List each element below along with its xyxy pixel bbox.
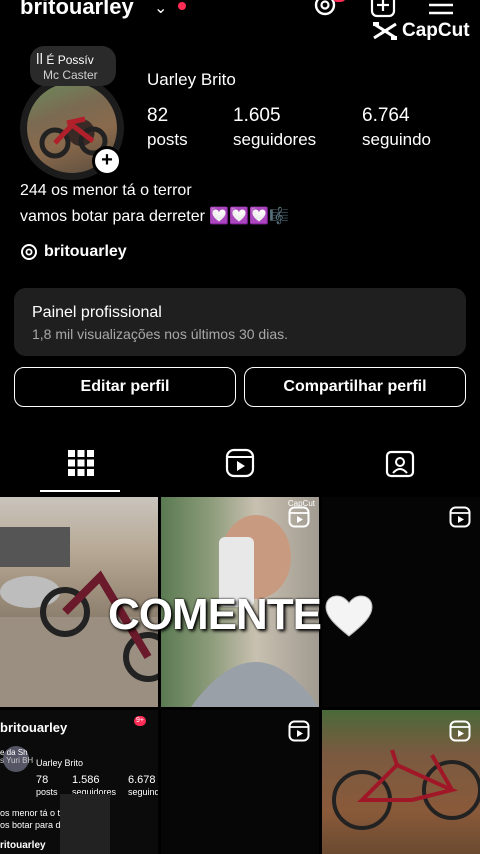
reel-badge-icon [288,506,310,528]
bio-line-1: 244 os menor tá o terror [20,182,192,199]
profile-username[interactable]: britouarley [20,0,134,20]
capcut-logo-icon [373,22,397,40]
mini-bio-a: os menor tá o te [0,808,66,818]
note-subtitle: Mc Caster [43,68,98,82]
reel-badge-icon [288,720,310,742]
mini-posts-label: posts [36,787,58,797]
threads-handle: britouarley [44,243,127,260]
followers-count[interactable]: 1.605 [233,105,281,127]
reel-badge-icon [449,720,471,742]
grid-post-4[interactable]: britouarley e da Sh s Yuri BH Uarley Bri… [0,710,158,854]
mini-note-b: s Yuri BH [0,756,34,765]
mini-followers: 1.586 [72,774,100,786]
mini-handle: ritouarley [0,840,46,851]
add-post-icon[interactable] [370,0,396,18]
mini-posts: 78 [36,774,49,786]
capcut-watermark: CapCut [372,20,470,42]
threads-profile-link[interactable]: britouarley [20,243,127,261]
threads-icon[interactable] [312,0,338,18]
professional-dashboard[interactable] [14,288,466,356]
bio-line-2: vamos botar para derreter 💟💟💟🎼 [20,208,290,225]
threads-icon [21,244,37,260]
capcut-label: CapCut [402,20,470,41]
mini-username: britouarley [0,720,68,735]
posts-label[interactable]: posts [147,130,188,150]
mini-name: Uarley Brito [36,758,84,768]
mini-badge: 9+ [134,716,146,726]
edit-profile-button[interactable]: Editar perfil [14,367,236,407]
mini-following-label: seguind [128,787,158,797]
reels-icon[interactable] [225,448,255,478]
tagged-icon[interactable] [385,448,415,478]
chevron-down-icon[interactable]: ⌄ [154,0,167,18]
comment-overlay-text: COMENTE [108,590,322,639]
menu-icon[interactable] [428,0,454,16]
active-tab-indicator [40,490,120,492]
posts-count[interactable]: 82 [147,105,168,127]
share-profile-button[interactable]: Compartilhar perfil [244,367,466,407]
display-name: Uarley Brito [147,70,236,89]
panel-subtitle: 1,8 mil visualizações nos últimos 30 dia… [32,326,289,342]
reel-badge-icon [449,506,471,528]
white-heart-icon [325,595,373,637]
following-label[interactable]: seguindo [362,130,431,150]
grid-icon[interactable] [66,448,96,478]
mini-bio-b: os botar para de [0,820,66,830]
followers-label[interactable]: seguidores [233,130,316,150]
note-title: ꟾꟾ É Possív [36,53,94,67]
notification-dot [178,2,186,10]
mini-following: 6.678 [128,774,156,786]
following-count[interactable]: 6.764 [362,105,410,127]
add-story-icon[interactable]: + [92,146,122,176]
panel-title: Painel profissional [32,304,162,321]
